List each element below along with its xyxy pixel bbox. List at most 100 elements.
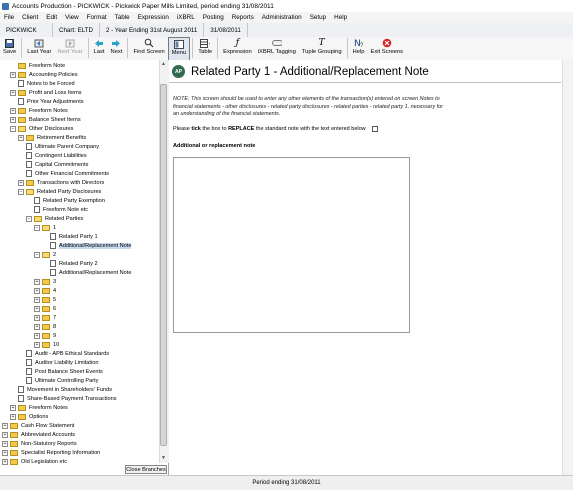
menu-ixbrl[interactable]: iXBRL [173,14,199,21]
tree-item[interactable]: + Non-Statutory Reports [2,439,77,448]
collapse-icon[interactable]: − [18,188,24,195]
expand-icon[interactable]: + [18,179,24,186]
expand-icon[interactable]: + [10,89,16,96]
tree-item[interactable]: +3 [34,277,56,286]
tree-item[interactable]: +7 [34,313,56,322]
tree-item[interactable]: +6 [34,304,56,313]
tree-item[interactable]: Related Party Exemption [26,196,105,205]
tree-item[interactable]: Other Financial Commitments [18,169,109,178]
menu-administration[interactable]: Administration [258,14,306,21]
tree-item[interactable]: + Abbreviated Accounts [2,430,75,439]
expand-icon[interactable]: + [10,71,16,78]
expand-icon[interactable]: + [10,404,16,411]
ixbrl-tagging-button[interactable]: iXBRL Tagging [255,37,299,59]
tree-item[interactable]: Share-Based Payment Transactions [10,394,117,403]
last-year-button[interactable]: Last Year [24,37,54,59]
next-year-button[interactable]: Next Year [54,37,85,59]
expand-icon[interactable]: + [2,458,8,465]
tree-item[interactable]: + Cash Flow Statement [2,421,74,430]
tree-item[interactable]: Audit - APB Ethical Standards [18,349,109,358]
next-button[interactable]: Next [108,37,126,59]
collapse-icon[interactable]: − [34,224,40,231]
tree-item[interactable]: −2 [34,250,56,259]
expand-icon[interactable]: + [34,305,40,312]
help-button[interactable]: N? Help [350,37,368,59]
expand-icon[interactable]: + [18,134,24,141]
menu-client[interactable]: Client [18,14,42,21]
tree-item[interactable]: Movement in Shareholders' Funds [10,385,112,394]
last-button[interactable]: Last [91,37,108,59]
expand-icon[interactable]: + [34,287,40,294]
tree-scroll-thumb[interactable] [160,84,167,446]
menu-setup[interactable]: Setup [306,14,330,21]
tree-item[interactable]: + Accounting Policies [10,70,78,79]
expand-icon[interactable]: + [2,422,8,429]
table-button[interactable]: Table [195,37,215,59]
menu-posting[interactable]: Posting [199,14,228,21]
tree-item[interactable]: −1 [34,223,56,232]
tree-item[interactable]: Prior Year Adjustments [10,97,84,106]
expand-icon[interactable]: + [10,116,16,123]
menu-button[interactable]: Menu [167,37,191,61]
tree-item[interactable]: Freeform Note etc [26,205,88,214]
exit-screens-button[interactable]: Exit Screens [367,37,406,59]
tree-item[interactable]: Capital Commitments [18,160,88,169]
tree-item[interactable]: +5 [34,295,56,304]
expand-icon[interactable]: + [34,323,40,330]
menu-edit[interactable]: Edit [42,14,61,21]
tree-item[interactable]: + Options [10,412,48,421]
expand-icon[interactable]: + [34,278,40,285]
expand-icon[interactable]: + [2,440,8,447]
tree-item[interactable]: Post Balance Sheet Events [18,367,103,376]
tree-item[interactable]: Contingent Liabilities [18,151,87,160]
tree-item[interactable]: Related Party 1 [42,232,98,241]
scroll-down-icon[interactable]: ▼ [160,455,167,463]
tree-item[interactable]: +10 [34,340,59,349]
tree-item[interactable]: Additional/Replacement Note [42,268,131,277]
expand-icon[interactable]: + [10,107,16,114]
tree-item[interactable]: + Freeform Notes [10,106,68,115]
additional-note-textarea[interactable] [173,157,410,333]
tree-item[interactable]: Freeform Note [10,61,65,70]
menu-format[interactable]: Format [83,14,111,21]
expand-icon[interactable]: + [2,431,8,438]
tree-item[interactable]: Related Party 2 [42,259,98,268]
expand-icon[interactable]: + [34,314,40,321]
expand-icon[interactable]: + [34,296,40,303]
tree-item[interactable]: − Other Disclosures [10,124,73,133]
tree-item[interactable]: − Related Party Disclosures [18,187,101,196]
expand-icon[interactable]: + [10,413,16,420]
tree-item[interactable]: Auditor Liability Limitation [18,358,98,367]
tree-item[interactable]: Additional/Replacement Note [42,241,132,250]
tuple-grouping-button[interactable]: T Tuple Grouping [299,37,345,59]
expression-button[interactable]: ƒ Expression [220,37,255,59]
tree-item[interactable]: + Freeform Notes [10,403,68,412]
close-branches-button[interactable]: Close Branches [125,465,167,474]
tree-item[interactable]: +8 [34,322,56,331]
tree-item[interactable]: − Related Parties [26,214,83,223]
expand-icon[interactable]: + [34,341,40,348]
tree-item[interactable]: Ultimate Parent Company [18,142,99,151]
tree-item[interactable]: + Profit and Loss Items [10,88,82,97]
menu-reports[interactable]: Reports [228,14,258,21]
menu-help[interactable]: Help [330,14,351,21]
collapse-icon[interactable]: − [26,215,32,222]
scroll-up-icon[interactable]: ▲ [160,61,167,69]
collapse-icon[interactable]: − [34,251,40,258]
menu-table[interactable]: Table [111,14,134,21]
menu-view[interactable]: View [61,14,83,21]
tree-item[interactable]: Ultimate Controlling Party [18,376,98,385]
content-scrollbar[interactable] [562,60,573,475]
tree-item[interactable]: Notes to be Forced [10,79,75,88]
expand-icon[interactable]: + [34,332,40,339]
tree-item[interactable]: +4 [34,286,56,295]
menu-expression[interactable]: Expression [134,14,173,21]
tree-item[interactable]: + Specialist Reporting Information [2,448,100,457]
collapse-icon[interactable]: − [10,125,16,132]
tree-item[interactable]: + Balance Sheet Items [10,115,81,124]
tree-item[interactable]: +9 [34,331,56,340]
tree-item[interactable]: + Retirement Benefits [18,133,86,142]
save-button[interactable]: Save [0,37,19,59]
tree-item[interactable]: + Transactions with Directors [18,178,104,187]
expand-icon[interactable]: + [2,449,8,456]
